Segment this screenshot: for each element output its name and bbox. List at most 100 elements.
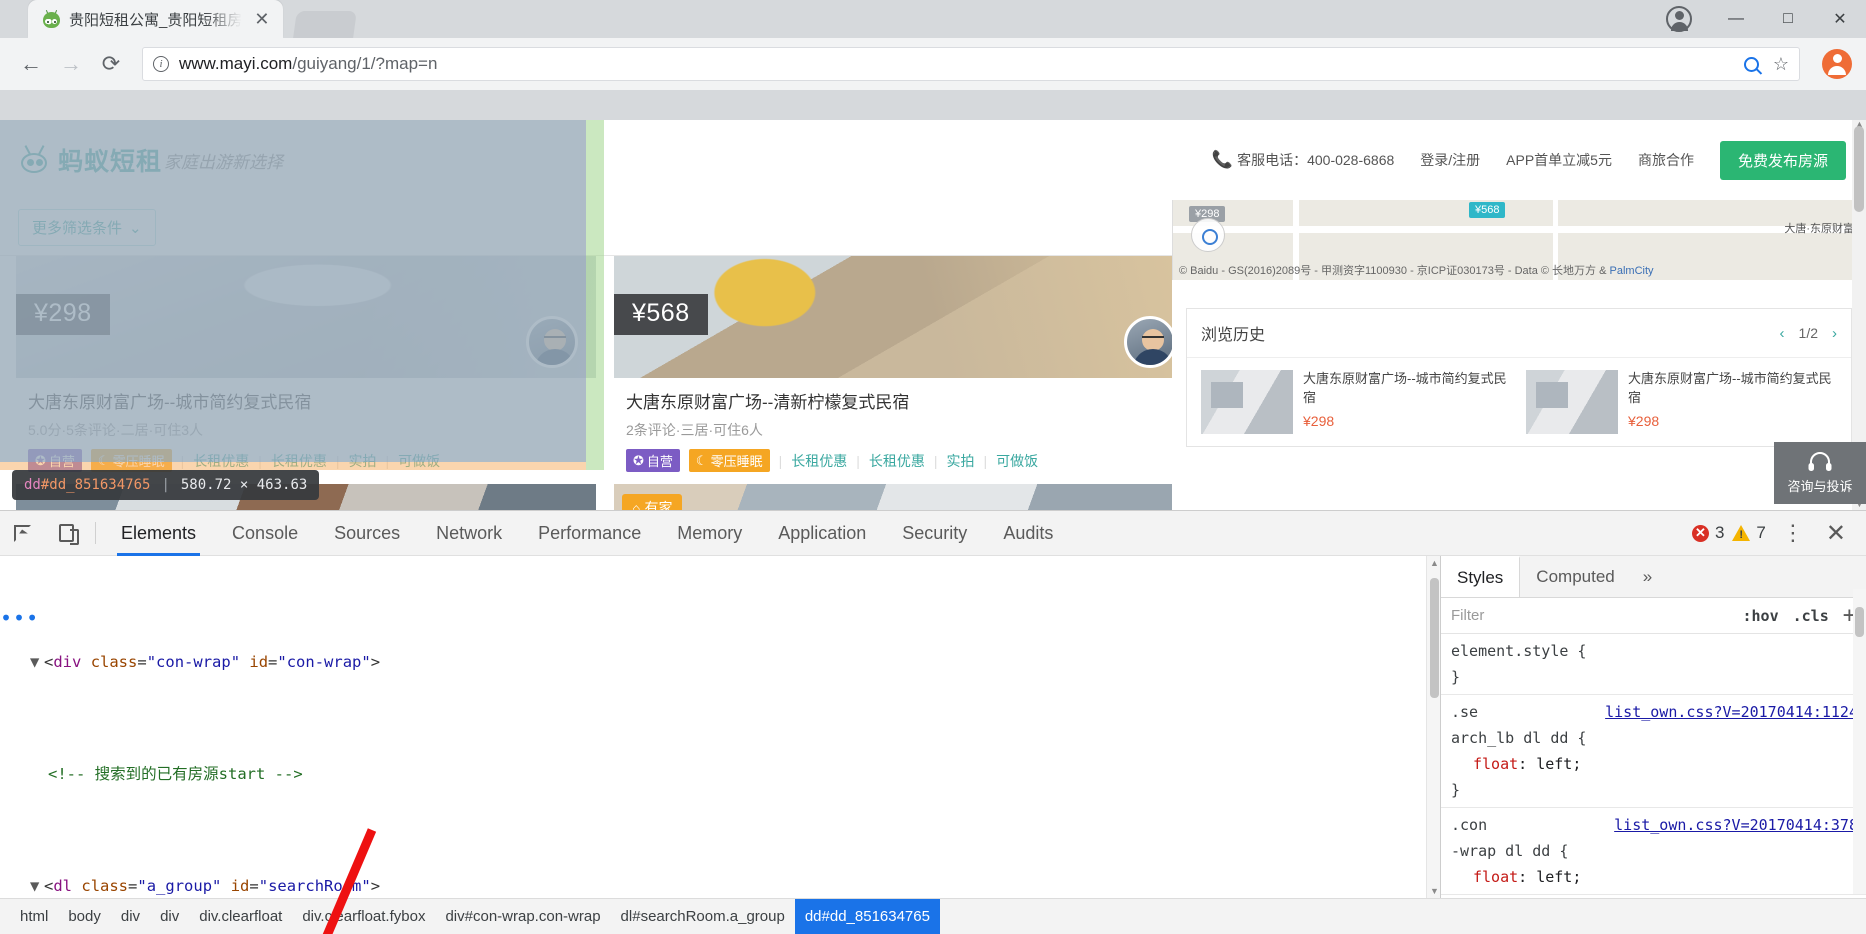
youjia-label: 有家 [644,498,672,510]
warning-count-badge[interactable]: 7 [1732,523,1765,543]
styles-panel-tabs: Styles Computed » [1441,556,1866,598]
dom-tag-name: div [53,653,81,671]
map-attribution-text: © Baidu - GS(2016)2089号 - 甲测资字1100930 - … [1179,265,1606,277]
styles-scrollbar-thumb[interactable] [1855,607,1864,637]
device-toolbar-button[interactable] [44,511,88,556]
inspect-element-button[interactable] [0,511,44,556]
host-avatar[interactable] [1124,316,1176,368]
history-item[interactable]: 大唐东原财富广场--城市简约复式民宿 ¥298 [1201,370,1512,434]
breadcrumb-item-active[interactable]: dd#dd_851634765 [795,899,940,934]
tab-computed[interactable]: Computed [1520,556,1630,597]
tab-performance[interactable]: Performance [520,511,659,556]
dom-tag-name: dl [53,877,72,895]
scroll-down-icon[interactable]: ▼ [1430,886,1439,896]
consult-button[interactable]: 咨询与投诉 [1774,442,1866,504]
tab-memory[interactable]: Memory [659,511,760,556]
tab-application[interactable]: Application [760,511,884,556]
breadcrumb-item[interactable]: div [150,899,189,934]
browser-tab[interactable]: 贵阳短租公寓_贵阳短租房 ✕ [28,0,283,38]
history-item[interactable]: 大唐东原财富广场--城市简约复式民宿 ¥298 [1526,370,1837,434]
error-icon: ✕ [1692,525,1709,542]
dom-node-line[interactable]: ▼<div class="con-wrap" id="con-wrap"> [0,648,1440,676]
map-attribution-link[interactable]: PalmCity [1610,265,1654,277]
bookmark-star-icon[interactable]: ☆ [1773,54,1789,75]
reload-button[interactable]: ⟳ [94,47,128,81]
listing-photo[interactable]: ¥298 [16,256,596,378]
tab-sources[interactable]: Sources [316,511,418,556]
breadcrumb-item[interactable]: html [10,899,58,934]
login-link[interactable]: 登录/注册 [1420,150,1480,170]
css-source-link[interactable]: list_own.css?V=20170414:1124 [1605,699,1866,725]
listing-card[interactable]: ¥568 大唐东原财富广场--清新柠檬复式民宿 2条评论·三居·可住6人 ✪自营… [614,256,1194,480]
css-rule[interactable]: list_own.css?V=20170414:1124 .se arch_lb… [1441,695,1866,808]
window-close-button[interactable]: ✕ [1814,0,1866,38]
host-avatar[interactable] [526,316,578,368]
breadcrumb-item[interactable]: div#con-wrap.con-wrap [435,899,610,934]
styles-filter-input[interactable]: Filter [1451,607,1484,624]
profile-icon[interactable] [1666,6,1692,32]
more-filters-button[interactable]: 更多筛选条件 ⌄ [18,209,156,246]
listing-title[interactable]: 大唐东原财富广场--城市简约复式民宿 [28,388,584,413]
tab-styles[interactable]: Styles [1441,556,1520,597]
dom-node-line[interactable]: ▼<dl class="a_group" id="searchRoom"> [0,872,1440,898]
css-source-link[interactable]: list_own.css?V=20170414:378 [1614,812,1866,838]
cls-toggle[interactable]: .cls [1793,607,1829,625]
devtools-close-button[interactable]: ✕ [1820,519,1852,548]
listing-photo[interactable]: ⌂有家 [614,484,1194,510]
browser-profile-avatar[interactable] [1822,49,1852,79]
css-declaration[interactable]: float: left; [1451,864,1866,890]
breadcrumb-item[interactable]: dl#searchRoom.a_group [611,899,795,934]
dom-ellipsis-badge[interactable]: ••• [0,606,39,630]
tab-elements[interactable]: Elements [103,511,214,556]
zoom-icon[interactable] [1744,57,1759,72]
history-prev-button[interactable]: ‹ [1780,325,1785,342]
dom-tree-scrollbar[interactable]: ▲ ▼ [1426,556,1440,898]
tab-console[interactable]: Console [214,511,316,556]
tab-audits[interactable]: Audits [985,511,1071,556]
back-button[interactable]: ← [14,47,48,81]
address-bar[interactable]: i www.mayi.com/guiyang/1/?map=n ☆ [142,47,1800,81]
map-compass-icon[interactable] [1191,218,1225,252]
listing-title[interactable]: 大唐东原财富广场--清新柠檬复式民宿 [626,388,1182,413]
css-declaration[interactable]: float: left; [1451,751,1866,777]
listing-photo[interactable]: ¥568 [614,256,1194,378]
app-promo-link[interactable]: APP首单立减5元 [1506,150,1612,170]
expand-triangle-icon[interactable]: ▼ [30,872,44,898]
css-rule-element-style[interactable]: element.style { } [1441,634,1866,695]
history-next-button[interactable]: › [1832,325,1837,342]
listing-tag: 可做饭 [398,451,440,471]
listing-meta: 5.0分·5条评论·二居·可住3人 [28,420,584,440]
publish-listing-button[interactable]: 免费发布房源 [1720,141,1846,180]
inspector-tooltip: dd#dd_851634765 | 580.72 × 463.63 [12,470,319,500]
hov-toggle[interactable]: :hov [1743,607,1779,625]
devtools-more-menu[interactable]: ⋮ [1774,526,1812,539]
breadcrumb-item[interactable]: body [58,899,111,934]
styles-more-tabs-icon[interactable]: » [1631,556,1664,597]
title-bar: 贵阳短租公寓_贵阳短租房 ✕ — □ ✕ [0,0,1866,38]
tab-network[interactable]: Network [418,511,520,556]
tab-security[interactable]: Security [884,511,985,556]
site-logo[interactable]: 蚂蚁短租 家庭出游新选择 [0,120,586,200]
minimize-button[interactable]: — [1710,0,1762,38]
page-scrollbar-thumb[interactable] [1854,126,1864,212]
partner-link[interactable]: 商旅合作 [1638,150,1694,170]
maximize-button[interactable]: □ [1762,0,1814,38]
breadcrumb-item[interactable]: div.clearfloat [189,899,292,934]
error-count: 3 [1715,523,1724,543]
scroll-up-icon[interactable]: ▲ [1430,558,1439,568]
map-strip[interactable]: » ¥568 ¥298 大唐·东原财富 © Baidu - GS(2016)20… [1172,200,1866,280]
tag-separator: | [258,453,262,469]
breadcrumb-item[interactable]: div.clearfloat.fybox [292,899,435,934]
listing-card[interactable]: ¥298 大唐东原财富广场--城市简约复式民宿 5.0分·5条评论·二居·可住3… [16,256,596,480]
expand-triangle-icon[interactable]: ▼ [30,648,44,676]
map-collapse-button[interactable]: » [1172,222,1173,256]
dom-scrollbar-thumb[interactable] [1430,578,1439,698]
tab-close-icon[interactable]: ✕ [250,8,273,30]
css-rule[interactable]: list_own.css?V=20170414:378 .con -wrap d… [1441,808,1866,895]
breadcrumb-item[interactable]: div [111,899,150,934]
new-tab-button[interactable] [294,11,358,38]
map-price-pin[interactable]: ¥568 [1469,202,1505,218]
site-info-icon[interactable]: i [153,56,169,72]
styles-scrollbar[interactable] [1853,589,1866,894]
error-count-badge[interactable]: ✕ 3 [1692,523,1724,543]
